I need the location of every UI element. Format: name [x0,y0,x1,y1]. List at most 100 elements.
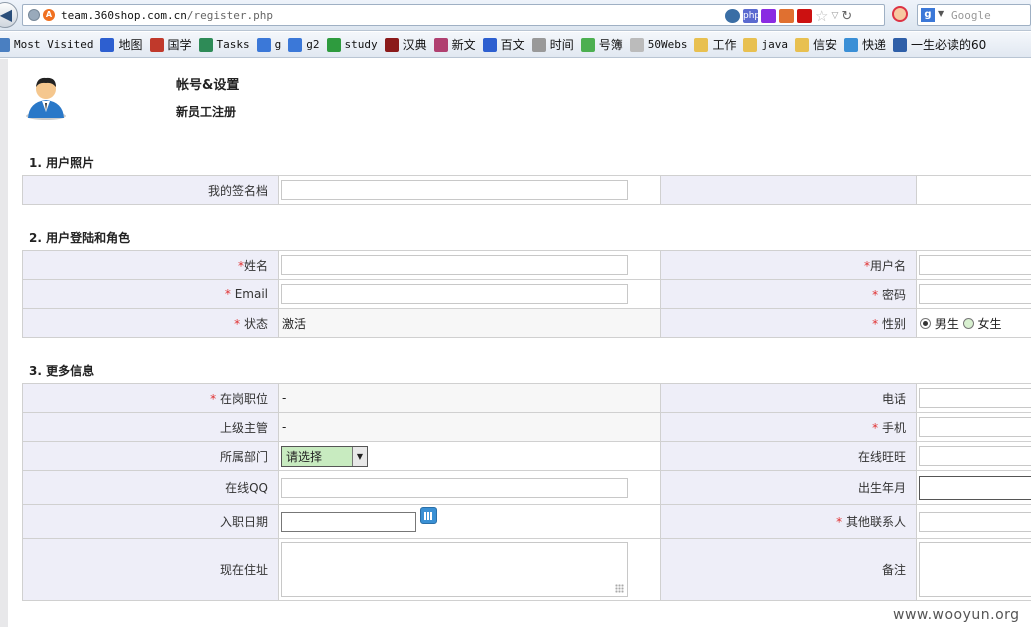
wangwang-input[interactable] [919,446,1031,466]
form-row: * 在岗职位 - 电话 [22,383,1031,413]
bookmark-label: 一生必读的60 [911,38,987,52]
form-row: 入职日期 * 其他联系人 [22,504,1031,539]
bookmark-label: study [344,38,378,51]
form-row: 上级主管 - * 手机 [22,412,1031,442]
password-label: 密码 [878,287,906,302]
baidu-paw-icon [482,37,497,52]
dropdown-arrow-icon[interactable]: ▼ [352,446,367,466]
gender-female-label[interactable]: 女生 [978,317,1002,331]
folder-icon [743,37,758,52]
url-path: /register.php [186,9,273,22]
mobile-input[interactable] [919,417,1031,437]
crescent-icon[interactable] [725,9,740,23]
email-label: Email [230,287,268,301]
bookmark-item[interactable]: 信安 [794,35,837,55]
stop-icon[interactable] [892,6,908,22]
bookmark-item[interactable]: Tasks [198,35,250,55]
empty-label-cell [660,175,917,205]
chat-bubble-icon [326,37,341,52]
bookmark-item[interactable]: g2 [288,35,320,55]
section-title-photo: 1. 用户照片 [29,156,95,170]
signature-input[interactable] [281,180,628,200]
url-bar[interactable]: A team.360shop.com.cn/register.php php ☆… [22,4,885,26]
name-input[interactable] [281,255,628,275]
gender-male-label[interactable]: 男生 [935,317,959,331]
email-input[interactable] [281,284,628,304]
bookmark-label: Most Visited [14,38,94,51]
bookmark-item[interactable]: 50Webs [629,35,687,55]
notes-textarea[interactable] [919,542,1031,597]
status-label: 状态 [240,316,268,331]
search-placeholder: Google [951,9,991,22]
section-title-more: 3. 更多信息 [29,364,95,378]
empty-value-cell [916,175,1031,205]
bookmark-label: g [274,38,282,51]
wangwang-label: 在线旺旺 [660,441,917,471]
other-contact-input[interactable] [919,511,1031,532]
more-info-form-table: * 在岗职位 - 电话 上级主管 - * 手机 所属部门 请选择 ▼ 在线旺旺 在… [22,383,1031,601]
department-select-value: 请选择 [286,449,323,464]
gender-male-radio[interactable] [920,317,931,329]
birth-label: 出生年月 [660,470,917,505]
chevron-down-icon[interactable]: ▼ [938,9,944,18]
bookmark-item[interactable]: 地图 [100,35,143,55]
form-row: 我的签名档 [22,175,1031,205]
other-contact-label: 其他联系人 [842,515,906,529]
signature-label: 我的签名档 [22,175,279,205]
feather-icon[interactable] [761,9,776,23]
address-textarea[interactable] [281,542,628,597]
bookmark-item[interactable]: 时间 [531,35,574,55]
username-input[interactable] [919,255,1031,275]
bookmark-label: 号簿 [598,38,623,52]
position-value: - [282,391,287,405]
star-bookmark-icon[interactable]: ☆ [815,9,828,24]
qq-input[interactable] [281,477,628,498]
reload-icon[interactable]: ↻ [841,9,852,24]
bookmark-label: 百文 [500,38,525,52]
flag-icon[interactable] [797,9,812,23]
bookmark-item[interactable]: 一生必读的60 [893,35,986,55]
bookmark-item[interactable]: 汉典 [384,35,427,55]
person-icon [433,37,448,52]
back-button[interactable]: ◀ [0,2,18,28]
name-label-cell: *姓名 [22,250,279,280]
bookmark-item[interactable]: 新文 [433,35,476,55]
google-icon [256,37,271,52]
bookmark-item[interactable]: g [256,35,282,55]
status-label-cell: * 状态 [22,308,279,338]
bookmark-item[interactable]: 快递 [844,35,886,55]
bookmark-item[interactable]: Most Visited [0,35,93,55]
bookmark-item[interactable]: 国学 [149,35,192,55]
bookmark-item[interactable]: study [326,35,378,55]
kuaidi-icon [844,37,858,52]
department-select[interactable]: 请选择 ▼ [281,445,368,467]
bookmark-item[interactable]: java [743,35,788,55]
google-icon[interactable]: g [921,8,935,22]
gender-label: 性别 [878,316,906,331]
google-icon [288,37,303,52]
bookmark-label: 国学 [167,38,192,52]
addon-icon[interactable] [779,9,794,23]
php-icon[interactable]: php [743,9,760,23]
bookmark-item[interactable]: 百文 [482,35,525,55]
folder-icon [694,37,709,52]
baidu-paw-icon [100,37,115,52]
password-input[interactable] [919,284,1031,304]
chevron-down-icon[interactable]: ▽ [831,11,838,21]
watermark: www.wooyun.org [893,607,1020,623]
join-date-input[interactable] [281,511,416,532]
bookmark-item[interactable]: 号簿 [580,35,623,55]
bookmarks-toolbar: Most Visited 地图 国学 Tasks g g2 study 汉典 新文 百文 时间 号簿 5… [0,32,1031,58]
page-icon [629,37,644,52]
birth-date-input[interactable] [919,475,1031,500]
resize-grip-icon[interactable] [615,584,624,593]
bookmark-label: 快递 [862,38,887,52]
phone-input[interactable] [919,388,1031,408]
gender-female-radio[interactable] [962,317,974,329]
search-box[interactable]: g ▼ Google [917,4,1031,26]
calendar-icon[interactable] [420,506,437,524]
url-text[interactable]: team.360shop.com.cn/register.php [61,9,273,22]
folder-icon [0,37,10,52]
bookmark-item[interactable]: 工作 [694,35,736,55]
qq-label: 在线QQ [22,470,279,505]
